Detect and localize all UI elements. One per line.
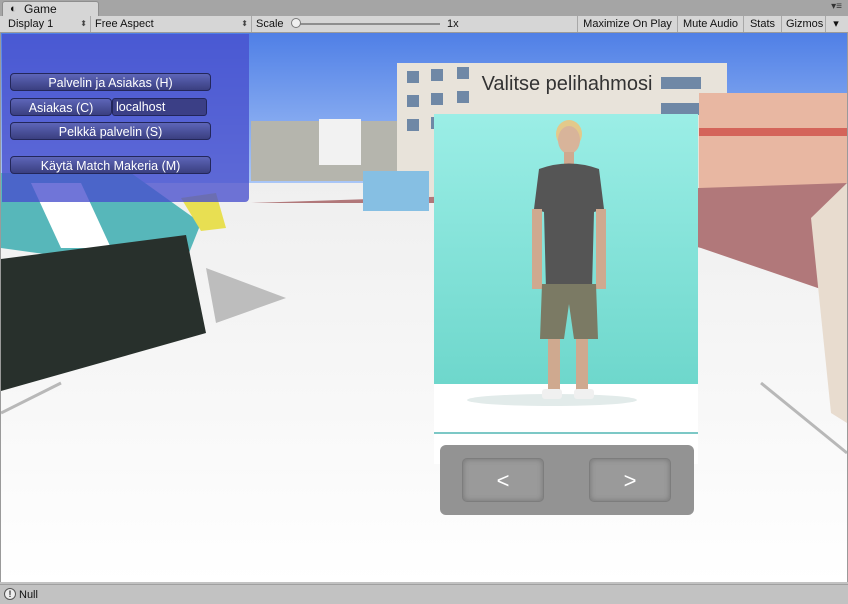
- tab-menu-icon[interactable]: ▾≡: [831, 2, 842, 12]
- tab-game[interactable]: ◐ Game: [2, 1, 99, 17]
- stats-toggle[interactable]: Stats: [744, 16, 782, 32]
- server-address-input[interactable]: localhost: [112, 98, 207, 116]
- character-shirt: [534, 163, 604, 289]
- server-only-button[interactable]: Pelkkä palvelin (S): [10, 122, 211, 140]
- game-toolbar: Display 1 ⬍ Free Aspect ⬍ Scale 1x Maxim…: [0, 16, 848, 33]
- character-preview-divider: [434, 432, 698, 434]
- display-dropdown[interactable]: Display 1 ⬍: [4, 16, 91, 32]
- gizmos-dropdown[interactable]: ▾: [826, 16, 846, 32]
- chevron-down-icon: ▾: [833, 18, 839, 30]
- aspect-dropdown[interactable]: Free Aspect ⬍: [91, 16, 252, 32]
- scale-slider-track[interactable]: [296, 23, 440, 25]
- console-status-bar[interactable]: ! Null: [0, 584, 848, 604]
- character-shorts: [540, 284, 598, 339]
- status-message: Null: [19, 589, 38, 601]
- game-view[interactable]: Palvelin ja Asiakas (H) Asiakas (C) loca…: [0, 33, 848, 582]
- character-right-shoe: [574, 389, 594, 399]
- mute-audio-toggle[interactable]: Mute Audio: [678, 16, 744, 32]
- host-button[interactable]: Palvelin ja Asiakas (H): [10, 73, 211, 91]
- character-right-arm: [596, 209, 606, 289]
- updown-arrow-icon: ⬍: [241, 19, 248, 28]
- unity-logo-icon: ◐: [10, 3, 17, 15]
- building-sign: [319, 119, 361, 165]
- character-right-leg: [576, 339, 588, 391]
- matchmaker-button[interactable]: Käytä Match Makeria (M): [10, 156, 211, 174]
- info-icon: !: [4, 588, 16, 600]
- character-left-arm: [532, 209, 542, 289]
- next-character-button[interactable]: >: [589, 458, 671, 502]
- maximize-on-play-toggle[interactable]: Maximize On Play: [578, 16, 678, 32]
- previous-character-button[interactable]: <: [462, 458, 544, 502]
- character-model: [467, 120, 637, 406]
- client-button[interactable]: Asiakas (C): [10, 98, 112, 116]
- kiosk: [363, 171, 429, 211]
- aspect-label: Free Aspect: [95, 18, 154, 30]
- network-manager-panel: Palvelin ja Asiakas (H) Asiakas (C) loca…: [2, 34, 249, 202]
- character-left-leg: [548, 339, 560, 391]
- scale-label: Scale: [256, 18, 284, 30]
- character-neck: [564, 152, 574, 164]
- character-preview: [434, 114, 698, 464]
- scale-value: 1x: [447, 18, 459, 30]
- scale-slider-thumb[interactable]: [291, 18, 301, 28]
- updown-arrow-icon: ⬍: [80, 19, 87, 28]
- character-nav-panel: < >: [440, 445, 694, 515]
- gizmos-button[interactable]: Gizmos: [782, 16, 826, 32]
- awning: [699, 128, 847, 136]
- tab-bar: ◐ Game ▾≡: [0, 0, 848, 17]
- character-select-title: Valitse pelihahmosi: [481, 73, 653, 95]
- tab-game-label: Game: [24, 2, 57, 16]
- display-label: Display 1: [8, 18, 54, 30]
- character-left-shoe: [542, 389, 562, 399]
- character-head: [558, 126, 580, 154]
